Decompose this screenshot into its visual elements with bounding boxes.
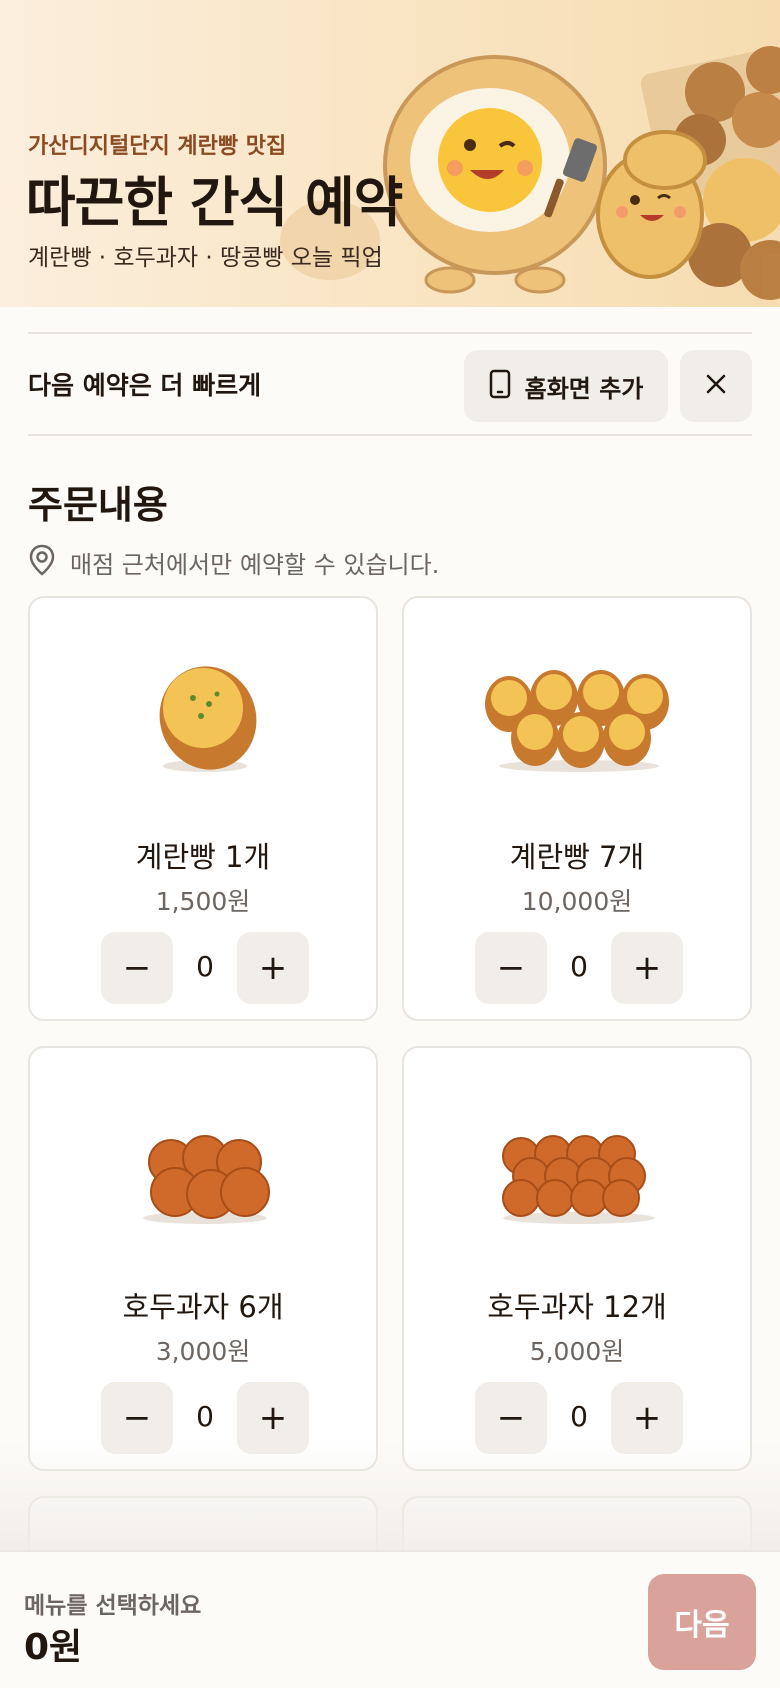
quantity-value: 0: [196, 950, 214, 983]
product-price: 10,000원: [521, 887, 633, 916]
product-card[interactable]: 계란빵 7개 10,000원 − 0 +: [402, 596, 752, 1021]
install-label: 다음 예약은 더 빠르게: [28, 371, 262, 400]
increase-quantity-button[interactable]: +: [237, 932, 309, 1004]
product-card[interactable]: 계란빵 1개 1,500원 − 0 +: [28, 596, 378, 1021]
close-install-button[interactable]: [680, 350, 752, 422]
product-name: 계란빵 1개: [135, 840, 271, 874]
order-total: 0원: [24, 1627, 83, 1668]
order-summary-bar: 메뉴를 선택하세요 0원 다음: [0, 1550, 780, 1688]
walnut-cake-6-image: [143, 1135, 270, 1224]
quantity-value: 0: [570, 1400, 588, 1433]
increase-quantity-button[interactable]: +: [611, 932, 683, 1004]
location-notice: 매점 근처에서만 예약할 수 있습니다.: [28, 544, 439, 580]
hero-subtitle: 가산디지털단지 계란빵 맛집: [28, 134, 287, 159]
product-card[interactable]: 호두과자 12개 5,000원 − 0 +: [402, 1046, 752, 1471]
add-to-homescreen-button[interactable]: 홈화면 추가: [464, 350, 668, 422]
hero-description: 계란빵 · 호두과자 · 땅콩빵 오늘 픽업: [28, 245, 383, 271]
next-button[interactable]: 다음: [648, 1574, 756, 1670]
decrease-quantity-button[interactable]: −: [475, 932, 547, 1004]
location-pin-icon: [28, 544, 56, 580]
add-to-homescreen-label: 홈화면 추가: [524, 374, 644, 403]
location-notice-text: 매점 근처에서만 예약할 수 있습니다.: [70, 550, 440, 579]
phone-icon: [489, 369, 511, 403]
product-card[interactable]: 호두과자 6개 3,000원 − 0 +: [28, 1046, 378, 1471]
product-name: 호두과자 6개: [122, 1290, 284, 1324]
close-icon: [705, 373, 727, 399]
egg-bread-set-image: [485, 670, 669, 772]
egg-bread-single-image: [159, 666, 257, 772]
decrease-quantity-button[interactable]: −: [101, 932, 173, 1004]
quantity-value: 0: [570, 950, 588, 983]
product-price: 5,000원: [529, 1337, 625, 1366]
scroll-fade: [0, 1440, 780, 1552]
install-banner: 다음 예약은 더 빠르게 홈화면 추가: [28, 332, 752, 436]
order-section-title: 주문내용: [28, 483, 168, 527]
product-name: 호두과자 12개: [487, 1290, 667, 1324]
product-price: 3,000원: [155, 1337, 251, 1366]
product-name: 계란빵 7개: [509, 840, 645, 874]
quantity-value: 0: [196, 1400, 214, 1433]
product-price: 1,500원: [155, 887, 251, 916]
page-title: 따끈한 간식 예약: [26, 171, 403, 234]
walnut-cake-12-image: [502, 1135, 655, 1224]
select-menu-hint: 메뉴를 선택하세요: [24, 1593, 202, 1619]
hero-banner: 가산디지털단지 계란빵 맛집 따끈한 간식 예약 계란빵 · 호두과자 · 땅콩…: [0, 0, 780, 307]
